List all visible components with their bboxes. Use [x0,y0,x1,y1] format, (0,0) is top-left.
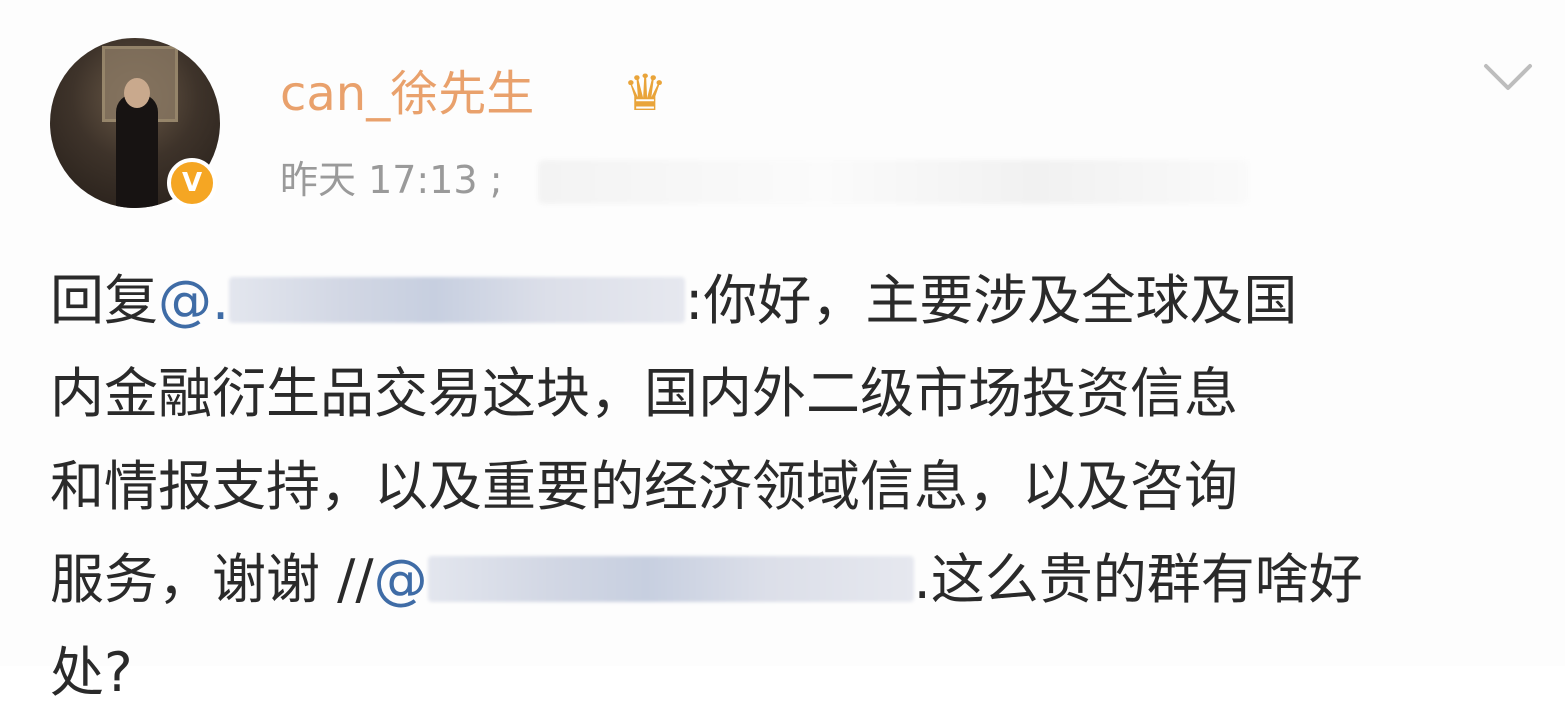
mention-link[interactable]: @. [158,269,229,332]
username[interactable]: can_徐先生 [280,58,534,130]
crown-icon: ♛ [622,64,668,122]
chevron-down-icon[interactable] [1482,58,1534,98]
content-text: .这么贵的群有啥好 [913,548,1363,611]
content-line-2: 内金融衍生品交易这块，国内外二级市场投资信息 [50,362,1238,425]
avatar-person [116,94,158,208]
content-line-4: 服务，谢谢 //@ .这么贵的群有啥好 [50,533,1530,626]
avatar-head [124,78,150,108]
weibo-post: V can_徐先生 ♛ 昨天 17:13 ; 回复@.:你好，主要涉及全球及国 … [0,0,1565,704]
content-text: :你好，主要涉及全球及国 [685,269,1298,332]
content-line-1: 回复@. :你好，主要涉及全球及国 [50,254,1530,347]
verified-badge-icon: V [167,158,217,208]
blurred-username [229,277,686,324]
content-text: 服务，谢谢 // [50,548,374,611]
post-meta: 昨天 17:13 ; [280,152,503,208]
content-line-5: 处? [50,641,133,704]
mention-link[interactable]: @ [374,548,428,611]
timestamp-separator: ; [489,158,503,202]
content-line-3: 和情报支持，以及重要的经济领域信息，以及咨询 [50,455,1238,518]
reply-prefix: 回复 [50,269,158,332]
blurred-source [538,160,1248,204]
blurred-username [427,556,914,603]
timestamp: 昨天 17:13 [280,158,478,202]
post-content: 回复@.:你好，主要涉及全球及国 内金融衍生品交易这块，国内外二级市场投资信息 … [50,254,1530,719]
